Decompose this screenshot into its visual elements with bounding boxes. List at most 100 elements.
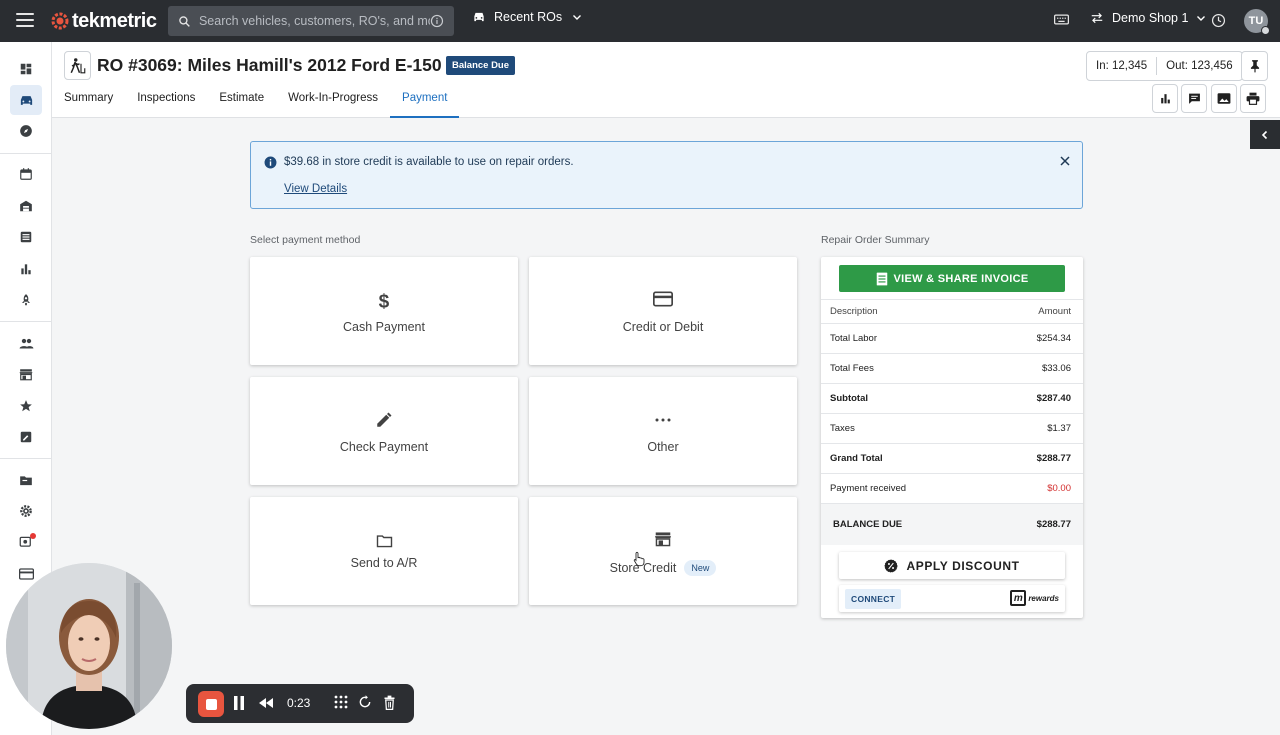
cash-payment-card[interactable]: $ Cash Payment — [250, 257, 518, 365]
description-header: Description — [830, 306, 878, 317]
row-amount: $1.37 — [1047, 423, 1071, 434]
photos-button[interactable] — [1211, 84, 1237, 113]
credit-debit-card[interactable]: Credit or Debit — [529, 257, 797, 365]
sidebar-item-settings[interactable] — [10, 496, 42, 526]
sidebar-item-inspections[interactable] — [10, 422, 42, 452]
printer-icon — [1246, 92, 1260, 105]
sidebar-item-explore[interactable] — [10, 116, 42, 146]
screen-recorder-toolbar: 0:23 — [186, 684, 414, 723]
car-icon — [20, 95, 32, 105]
store-icon — [655, 532, 671, 547]
close-icon[interactable] — [1060, 156, 1070, 166]
user-avatar[interactable]: TU — [1244, 9, 1270, 35]
search-box[interactable] — [168, 6, 454, 36]
drag-handle-icon[interactable] — [334, 695, 348, 709]
table-row: Total Fees $33.06 — [821, 353, 1083, 383]
sidebar-item-reports[interactable] — [10, 254, 42, 284]
row-amount: $254.34 — [1036, 333, 1071, 344]
discount-label: APPLY DISCOUNT — [906, 558, 1020, 573]
tab-work-in-progress[interactable]: Work-In-Progress — [276, 86, 390, 118]
shop-switcher[interactable]: Demo Shop 1 — [1090, 11, 1206, 25]
sidebar-item-marketing[interactable] — [10, 285, 42, 315]
table-row: Grand Total $288.77 — [821, 443, 1083, 473]
balance-due-label: BALANCE DUE — [833, 519, 903, 530]
presenter-video-image — [6, 563, 172, 729]
folder-icon — [20, 475, 32, 485]
new-badge: New — [684, 560, 717, 576]
mileage-box[interactable]: In: 12,345 Out: 123,456 — [1086, 51, 1243, 81]
page-title: RO #3069: Miles Hamill's 2012 Ford E-150… — [97, 55, 489, 75]
row-label: Total Fees — [830, 363, 874, 374]
rewards-text: rewards — [1028, 593, 1059, 603]
restart-icon[interactable] — [358, 695, 372, 709]
compass-icon — [20, 125, 32, 137]
invoice-button-label: VIEW & SHARE INVOICE — [893, 272, 1029, 285]
logo[interactable]: tekmetric — [50, 9, 157, 33]
sidebar-item-warehouse[interactable] — [10, 191, 42, 221]
hand-cursor-icon — [633, 551, 645, 567]
summary-table: Description Amount Total Labor $254.34 T… — [821, 299, 1083, 545]
analytics-button[interactable] — [1152, 84, 1178, 113]
gear-logo-icon — [51, 12, 69, 30]
view-details-link[interactable]: View Details — [284, 183, 347, 195]
status-badge: Balance Due — [446, 56, 516, 75]
recent-ros-dropdown[interactable]: Recent ROs — [472, 10, 582, 24]
menu-icon[interactable] — [16, 13, 34, 27]
pause-icon[interactable] — [233, 695, 245, 711]
keyboard-icon[interactable] — [1054, 13, 1069, 26]
tab-payment[interactable]: Payment — [390, 86, 460, 118]
tab-estimate[interactable]: Estimate — [207, 86, 276, 118]
tab-inspections[interactable]: Inspections — [125, 86, 207, 118]
view-share-invoice-button[interactable]: VIEW & SHARE INVOICE — [839, 265, 1065, 292]
sidebar-item-repair-orders[interactable] — [10, 85, 42, 115]
top-bar: tekmetric Recent ROs Demo Shop 1 TU — [0, 0, 1280, 42]
rewind-icon[interactable] — [258, 697, 274, 709]
mileage-out[interactable]: Out: 123,456 — [1157, 60, 1242, 72]
side-drawer-toggle[interactable] — [1250, 120, 1280, 149]
sidebar-item-job-board[interactable] — [10, 222, 42, 252]
stop-recording-button[interactable] — [198, 691, 224, 717]
messages-button[interactable] — [1181, 84, 1207, 113]
chevron-left-icon — [1261, 130, 1268, 139]
table-row: Taxes $1.37 — [821, 413, 1083, 443]
sidebar-item-shop[interactable] — [10, 359, 42, 389]
message-icon — [1188, 93, 1200, 104]
search-input[interactable] — [198, 14, 431, 28]
check-payment-card[interactable]: Check Payment — [250, 377, 518, 485]
user-initials: TU — [1248, 15, 1264, 27]
apply-discount-button[interactable]: APPLY DISCOUNT — [839, 552, 1065, 579]
recording-time: 0:23 — [287, 696, 311, 710]
row-label: Payment received — [830, 483, 907, 494]
summary-label: Repair Order Summary — [821, 234, 930, 246]
sidebar-item-reviews[interactable] — [10, 391, 42, 421]
list-icon — [20, 231, 32, 243]
info-icon[interactable] — [430, 14, 444, 28]
sidebar-item-dashboard[interactable] — [10, 54, 42, 84]
row-amount: $33.06 — [1041, 363, 1071, 374]
dashboard-icon — [20, 63, 32, 75]
pin-button[interactable] — [1241, 51, 1268, 81]
sidebar-item-files[interactable] — [10, 465, 42, 495]
tab-summary[interactable]: Summary — [52, 86, 125, 118]
logo-text: tekmetric — [72, 9, 157, 32]
sidebar-item-customers[interactable] — [10, 328, 42, 358]
connect-button[interactable]: CONNECT — [845, 589, 902, 609]
sidebar-item-integrations[interactable] — [10, 528, 42, 558]
send-to-ar-card[interactable]: Send to A/R — [250, 497, 518, 605]
customer-walk-icon-button[interactable] — [64, 51, 91, 80]
recent-ros-label: Recent ROs — [494, 10, 563, 24]
rewards-connect-row: CONNECT m rewards — [839, 585, 1065, 612]
search-icon — [179, 15, 190, 27]
star-icon — [20, 400, 32, 412]
print-button[interactable] — [1240, 84, 1266, 113]
other-payment-card[interactable]: Other — [529, 377, 797, 485]
trash-icon[interactable] — [383, 695, 396, 710]
warehouse-icon — [20, 200, 32, 212]
balance-due-row: BALANCE DUE $288.77 — [821, 503, 1083, 545]
clock-icon[interactable] — [1211, 13, 1226, 28]
table-row: Subtotal $287.40 — [821, 383, 1083, 413]
rewards-logo: m rewards — [1010, 590, 1059, 606]
sidebar-item-calendar[interactable] — [10, 159, 42, 189]
mileage-in[interactable]: In: 12,345 — [1087, 60, 1156, 72]
store-credit-card[interactable]: Store Credit New — [529, 497, 797, 605]
